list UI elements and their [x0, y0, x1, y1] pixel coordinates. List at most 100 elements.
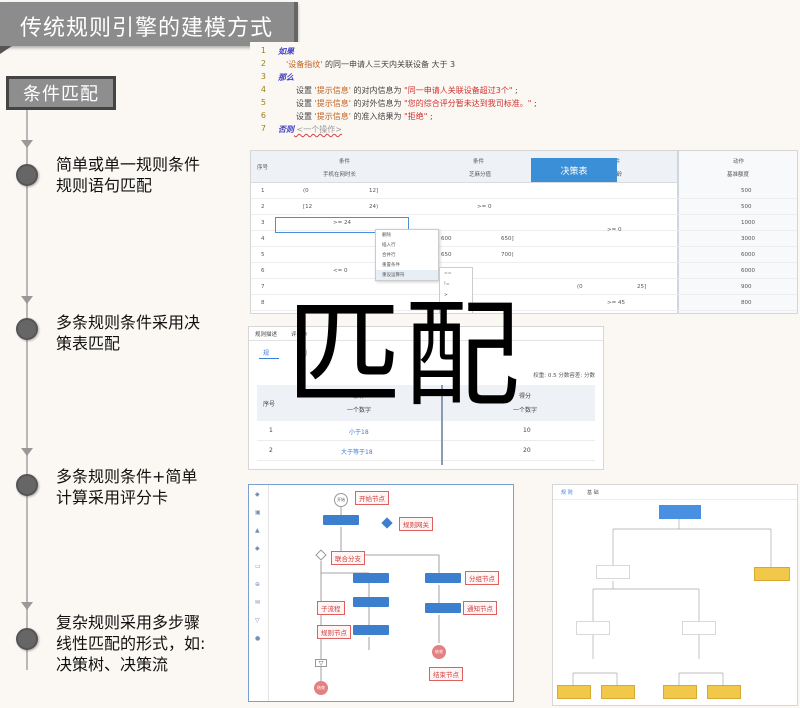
- condition-match-box: 条件匹配: [6, 76, 116, 110]
- cell-cond: 小于18: [349, 429, 369, 436]
- tree-leaf[interactable]: [707, 685, 741, 699]
- code-value: "您的综合评分暂未达到我司标准。": [404, 99, 532, 108]
- table-row[interactable]: 7 (0 25] 900: [251, 279, 797, 295]
- cell: (0: [303, 188, 309, 194]
- table-row[interactable]: 2 大于等于18 20: [257, 441, 595, 461]
- step-3-line2: 计算采用评分卡: [56, 488, 169, 507]
- tree-leaf[interactable]: [557, 685, 591, 699]
- timeline-dot: [16, 474, 38, 496]
- down-arrow-icon: [21, 602, 33, 610]
- flow-node[interactable]: [353, 573, 389, 583]
- cell-action: 6000: [741, 268, 755, 274]
- subtab[interactable]: 则: [301, 348, 307, 357]
- step-2-line1: 多条规则条件采用决: [56, 313, 201, 332]
- tree-leaf[interactable]: [663, 685, 697, 699]
- submenu-item[interactable]: >: [440, 290, 472, 301]
- table-row[interactable]: 6 <= 0 6000: [251, 263, 797, 279]
- tree-node[interactable]: [682, 621, 716, 635]
- cell-action: 900: [741, 284, 752, 290]
- flow-node[interactable]: [353, 597, 389, 607]
- page-title: 传统规则引擎的建模方式: [20, 16, 274, 41]
- rule-code-panel: 1 如果 2 '设备指纹' 的同一申请人三天内关联设备 大于 3 3 那么 4 …: [250, 42, 590, 140]
- code-text: ;: [512, 86, 518, 95]
- flow-node[interactable]: [353, 625, 389, 635]
- scorecard-tabs: 规则描述 评分卡: [249, 327, 603, 341]
- start-node-label: 开始: [337, 497, 345, 502]
- keyword: 否则: [278, 125, 294, 134]
- timeline-dot: [16, 164, 38, 186]
- subtab[interactable]: 规: [263, 348, 269, 357]
- merge-icon[interactable]: ▽: [315, 659, 327, 667]
- flow-label-end: 结束节点: [429, 667, 463, 681]
- header-cond: 条件: [339, 159, 351, 165]
- step-2-line2: 策表匹配: [56, 334, 121, 353]
- header-sub: 基准额度: [727, 172, 750, 178]
- header-cond: 条件: [353, 393, 366, 400]
- table-row[interactable]: 1 小于18 10: [257, 421, 595, 441]
- cell: 650]: [501, 236, 514, 242]
- submenu-item[interactable]: !=: [440, 279, 472, 290]
- table-row[interactable]: 4 600 650] >= 0 3000: [251, 227, 797, 247]
- tree-leaf[interactable]: [601, 685, 635, 699]
- title-banner-tip: [0, 46, 12, 54]
- cell: >= 45: [607, 300, 625, 306]
- start-node[interactable]: 开始: [334, 493, 348, 507]
- cell-seq: 2: [261, 204, 265, 210]
- cell: 25]: [637, 284, 647, 290]
- table-row[interactable]: 5 650 700) 6000: [251, 247, 797, 263]
- menu-item-active[interactable]: 重设运算符: [376, 270, 438, 280]
- cell-seq: 1: [269, 427, 273, 434]
- tree-node[interactable]: [576, 621, 610, 635]
- submenu-item[interactable]: ==: [440, 268, 472, 279]
- header-seq: 序号: [257, 165, 269, 171]
- code-string: '提示信息': [314, 86, 351, 95]
- timeline-dot: [16, 318, 38, 340]
- table-row[interactable]: 8 >= 45 800: [251, 295, 797, 311]
- tree-leaf[interactable]: [754, 567, 790, 581]
- cell: 24): [369, 204, 379, 210]
- decision-tree-panel: 规 则 基 础: [552, 484, 798, 706]
- context-submenu: == != > <: [439, 267, 473, 313]
- menu-item[interactable]: 删除: [376, 230, 438, 240]
- code-line: 设置 '提示信息' 的对外信息为 "您的综合评分暂未达到我司标准。" ;: [296, 98, 537, 109]
- line-number: 3: [260, 72, 266, 81]
- header-sub: 芝麻分值: [469, 172, 492, 178]
- tab-rule-desc[interactable]: 规则描述: [255, 330, 277, 338]
- header-sub: 手机在网时长: [323, 172, 357, 178]
- tab-scorecard[interactable]: 评分卡: [291, 330, 308, 338]
- flow-node[interactable]: [323, 515, 359, 525]
- line-number: 5: [260, 98, 266, 107]
- code-line: 如果: [278, 46, 294, 57]
- end-node[interactable]: 结束: [314, 681, 328, 695]
- cell: (0: [577, 284, 583, 290]
- menu-item[interactable]: 重置条件: [376, 260, 438, 270]
- code-placeholder[interactable]: <一个操作>: [294, 125, 342, 134]
- flow-node[interactable]: [425, 603, 461, 613]
- cell-cond: 大于等于18: [341, 449, 373, 456]
- down-arrow-icon: [21, 296, 33, 304]
- timeline-dot: [16, 628, 38, 650]
- end-node[interactable]: 结束: [432, 645, 446, 659]
- cell-seq: 2: [269, 447, 273, 454]
- step-3: 多条规则条件+简单 计算采用评分卡: [56, 466, 236, 508]
- table-row[interactable]: 2 [12 24) >= 0 500: [251, 199, 797, 215]
- menu-item[interactable]: 插入行: [376, 240, 438, 250]
- line-number: 7: [260, 124, 266, 133]
- tree-root-node[interactable]: [659, 505, 701, 519]
- cell-seq: 8: [261, 300, 265, 306]
- cell: [12: [303, 204, 313, 210]
- code-line: 那么: [278, 72, 294, 83]
- scorecard-subtabs: 规 则: [249, 345, 603, 359]
- code-text: 的对内信息为: [350, 86, 405, 95]
- code-line: 设置 '提示信息' 的对内信息为 "同一申请人关联设备超过3个" ;: [296, 85, 518, 96]
- code-line: '设备指纹' 的同一申请人三天内关联设备 大于 3: [286, 59, 455, 70]
- table-row[interactable]: 1 (0 12] 500: [251, 183, 797, 199]
- menu-item[interactable]: 合并行: [376, 250, 438, 260]
- decision-table-button[interactable]: 决策表: [531, 158, 617, 182]
- code-text: 设置: [296, 99, 315, 108]
- flow-node[interactable]: [425, 573, 461, 583]
- submenu-item[interactable]: <: [440, 301, 472, 312]
- tree-node[interactable]: [596, 565, 630, 579]
- decision-flow-panel: ◆ ▣ ▲ ◆ ▭ ⊕ ✉ ▽ ● 开始 结束 ▽ 结束 开始节点 规则网关 联…: [248, 484, 514, 702]
- cell: <= 0: [333, 268, 348, 274]
